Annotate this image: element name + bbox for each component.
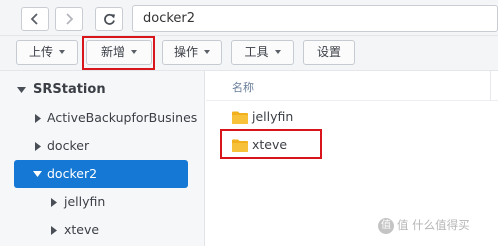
tree-item-activebackup[interactable]: ActiveBackupforBusines: [0, 104, 204, 132]
folder-icon: [232, 111, 248, 124]
back-button[interactable]: [21, 7, 49, 31]
tree-item-label: docker: [47, 138, 90, 153]
collapsed-arrow-icon[interactable]: [33, 132, 43, 160]
action-button[interactable]: 操作: [162, 40, 222, 65]
tree-item-label: ActiveBackupforBusines: [47, 110, 198, 125]
file-row-jellyfin[interactable]: jellyfin: [206, 103, 498, 131]
column-header-name[interactable]: 名称: [206, 71, 498, 101]
upload-button[interactable]: 上传: [16, 40, 78, 65]
tree-item-jellyfin[interactable]: jellyfin: [0, 188, 204, 216]
highlight-box: [82, 36, 155, 70]
caret-down-icon: [59, 49, 65, 54]
upload-button-label: 上传: [28, 45, 53, 59]
highlight-box: [220, 129, 322, 159]
tree-item-docker[interactable]: docker: [0, 132, 204, 160]
file-name: jellyfin: [252, 109, 294, 124]
watermark-logo-icon: 值: [378, 217, 394, 234]
folder-tree: SRStation ActiveBackupforBusines docker …: [0, 71, 205, 246]
tools-button[interactable]: 工具: [231, 40, 294, 65]
collapsed-arrow-icon[interactable]: [33, 104, 43, 132]
chevron-left-icon: [30, 13, 38, 25]
refresh-button[interactable]: [95, 7, 123, 31]
collapsed-arrow-icon[interactable]: [49, 188, 59, 216]
tree-item-root[interactable]: SRStation: [0, 76, 204, 104]
action-button-label: 操作: [173, 45, 198, 59]
settings-button[interactable]: 设置: [303, 40, 355, 65]
collapsed-arrow-icon[interactable]: [49, 216, 59, 244]
path-input[interactable]: docker2: [132, 5, 498, 32]
settings-button-label: 设置: [316, 45, 341, 59]
refresh-icon: [103, 13, 115, 25]
tree-item-xteve[interactable]: xteve: [0, 216, 204, 244]
tree-item-label: jellyfin: [64, 194, 106, 209]
tree-item-label: docker2: [47, 166, 98, 181]
caret-down-icon: [204, 49, 210, 54]
tree-item-label: xteve: [64, 222, 100, 237]
column-header-label: 名称: [232, 81, 254, 94]
column-divider[interactable]: [490, 71, 491, 101]
forward-button[interactable]: [55, 7, 83, 31]
watermark-text: 值 什么值得买: [397, 218, 470, 232]
tools-button-label: 工具: [244, 45, 269, 59]
tree-item-docker2[interactable]: docker2: [14, 160, 188, 188]
expanded-arrow-icon[interactable]: [16, 76, 26, 104]
tree-item-label: SRStation: [33, 82, 106, 97]
caret-down-icon: [274, 49, 281, 54]
expanded-arrow-icon[interactable]: [32, 160, 42, 188]
toolbar: 上传 新增 操作 工具 设置: [0, 36, 498, 71]
chevron-right-icon: [66, 13, 74, 25]
navigation-bar: docker2: [0, 0, 498, 36]
watermark: 值值 什么值得买: [378, 217, 470, 234]
